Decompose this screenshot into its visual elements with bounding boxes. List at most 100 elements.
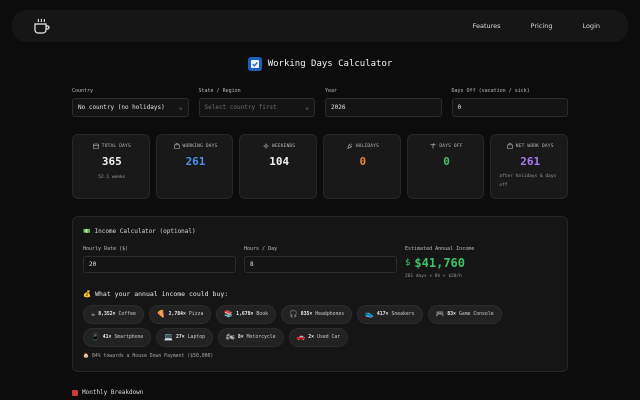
sneaker-icon: 👟 xyxy=(365,310,374,318)
income-title: Income Calculator (optional) xyxy=(94,228,196,235)
chip-label: Motorcycle xyxy=(246,335,276,340)
nav-features-link[interactable]: Features xyxy=(473,22,501,30)
gamepad-icon: 🎮 xyxy=(435,310,445,318)
purchase-chips: ☕ 8,352× Coffee 🍕 2,784× Pizza 📚 1,670× Book 🎧… xyxy=(83,305,523,347)
motorcycle-icon: 🏍 xyxy=(226,333,235,341)
state-placeholder: Select country first xyxy=(204,104,277,111)
chip-coffee: ☕ 8,352× Coffee xyxy=(83,305,144,324)
days-off-value: 0 xyxy=(457,104,462,111)
car-icon: 🚗 xyxy=(296,333,306,341)
monthly-breakdown-title: Monthly Breakdown xyxy=(82,389,144,396)
party-icon xyxy=(346,143,352,149)
stats-row: TOTAL DAYS 365 52.1 weeks WORKING DAYS 2… xyxy=(72,134,569,199)
stat-card-net-work-days: NET WORK DAYS 261 after holidays & days … xyxy=(490,134,569,199)
page-header: Working Days Calculator xyxy=(0,57,640,71)
chevron-down-icon: ⌄ xyxy=(178,104,183,111)
stat-label: NET WORK DAYS xyxy=(515,143,554,149)
stat-value: 261 xyxy=(520,155,541,168)
chip-label: Pizza xyxy=(188,312,204,317)
laptop-icon: 💻 xyxy=(164,333,173,341)
state-label: State / Region xyxy=(198,88,241,94)
coffee-cup-icon[interactable] xyxy=(32,17,50,35)
stat-card-weekends: WEEKENDS 104 xyxy=(239,134,318,199)
chip-count: 8,352× xyxy=(98,312,116,317)
navbar: Features Pricing Login xyxy=(12,10,628,42)
annual-income-label: Estimated Annual Income xyxy=(405,246,475,252)
sun-icon xyxy=(263,143,269,149)
briefcase-icon xyxy=(173,143,180,149)
chip-motorcycle: 🏍 8× Motorcycle xyxy=(218,328,284,347)
stat-card-total-days: TOTAL DAYS 365 52.1 weeks xyxy=(72,134,150,199)
briefcase-icon xyxy=(506,143,513,149)
state-select[interactable]: Select country first ⌄ xyxy=(198,98,315,117)
chip-game-console: 🎮 83× Game Console xyxy=(427,305,502,324)
days-off-input[interactable]: 0 xyxy=(451,98,568,117)
stat-label: TOTAL DAYS xyxy=(101,143,131,149)
chip-label: Used Car xyxy=(317,335,341,340)
stat-value: 0 xyxy=(443,155,450,168)
dollar-icon: $ xyxy=(405,258,411,268)
hourly-rate-value: 20 xyxy=(89,261,97,268)
chip-count: 41× xyxy=(102,335,112,340)
chip-count: 2× xyxy=(308,335,315,340)
chip-label: Game Console xyxy=(458,312,494,317)
nav-login-link[interactable]: Login xyxy=(582,22,600,30)
money-icon: 💵 xyxy=(83,228,91,235)
palm-tree-icon xyxy=(430,143,436,149)
smartphone-icon: 📱 xyxy=(91,333,100,341)
chip-label: Headphones xyxy=(315,312,345,317)
hours-per-day-label: Hours / Day xyxy=(244,246,278,252)
year-label: Year xyxy=(325,88,338,94)
hourly-rate-input[interactable]: 20 xyxy=(83,256,236,273)
country-value: No country (no holidays) xyxy=(78,104,165,111)
country-label: Country xyxy=(72,88,94,94)
days-off-label: Days Off (vacation / sick) xyxy=(451,88,530,94)
house-progress-text: 84% towards a House Down Payment ($50,00… xyxy=(91,354,214,359)
buy-title: What your annual income could buy: xyxy=(95,290,229,298)
stat-label: WORKING DAYS xyxy=(182,143,218,149)
stat-sub: 52.1 weeks xyxy=(98,175,126,180)
stat-value: 104 xyxy=(269,155,290,168)
chip-used-car: 🚗 2× Used Car xyxy=(288,328,349,347)
chip-label: Laptop xyxy=(187,335,205,340)
chip-count: 835× xyxy=(300,312,313,317)
year-input[interactable]: 2026 xyxy=(325,98,442,117)
chip-label: Sneakers xyxy=(391,312,415,317)
annual-income-value: $41,760 xyxy=(414,256,465,270)
hourly-rate-label: Hourly Rate ($) xyxy=(83,246,129,252)
calendar-icon xyxy=(72,389,78,396)
hours-per-day-input[interactable]: 8 xyxy=(244,256,397,273)
nav-pricing-link[interactable]: Pricing xyxy=(531,22,553,30)
chip-headphones: 🎧 835× Headphones xyxy=(280,305,353,324)
income-calculator-panel: 💵 Income Calculator (optional) Hourly Ra… xyxy=(72,216,568,372)
stat-card-working-days: WORKING DAYS 261 xyxy=(155,134,234,199)
chip-count: 1,670× xyxy=(236,312,254,317)
stat-value: 261 xyxy=(185,155,206,168)
chip-smartphone: 📱 41× Smartphone xyxy=(83,328,152,347)
coffee-icon: ☕ xyxy=(91,310,96,318)
stat-card-holidays: HOLIDAYS 0 xyxy=(323,134,401,199)
checkbox-calendar-icon xyxy=(247,57,262,71)
chip-count: 8× xyxy=(237,335,244,340)
country-select[interactable]: No country (no holidays) ⌄ xyxy=(72,98,189,117)
chip-book: 📚 1,670× Book xyxy=(216,305,276,324)
annual-income-formula: 261 days × 8h × $20/h xyxy=(405,274,462,279)
headphones-icon: 🎧 xyxy=(288,310,298,318)
year-value: 2026 xyxy=(331,104,346,111)
stat-card-days-off: DAYS OFF 0 xyxy=(406,134,485,199)
stat-label: HOLIDAYS xyxy=(355,143,379,149)
pizza-icon: 🍕 xyxy=(156,310,166,318)
stat-value: 0 xyxy=(359,155,367,168)
chip-label: Book xyxy=(256,312,268,317)
page-title: Working Days Calculator xyxy=(267,59,393,69)
chip-count: 2,784× xyxy=(168,312,186,317)
book-icon: 📚 xyxy=(224,310,234,318)
hours-per-day-value: 8 xyxy=(250,261,254,268)
stat-label: WEEKENDS xyxy=(272,143,296,149)
stat-value: 365 xyxy=(101,155,122,168)
monthly-breakdown-header: Monthly Breakdown xyxy=(72,389,143,396)
chip-sneakers: 👟 417× Sneakers xyxy=(357,305,423,324)
chip-count: 83× xyxy=(447,312,456,317)
chip-laptop: 💻 27× Laptop xyxy=(156,328,213,347)
chip-pizza: 🍕 2,784× Pizza xyxy=(148,305,212,324)
